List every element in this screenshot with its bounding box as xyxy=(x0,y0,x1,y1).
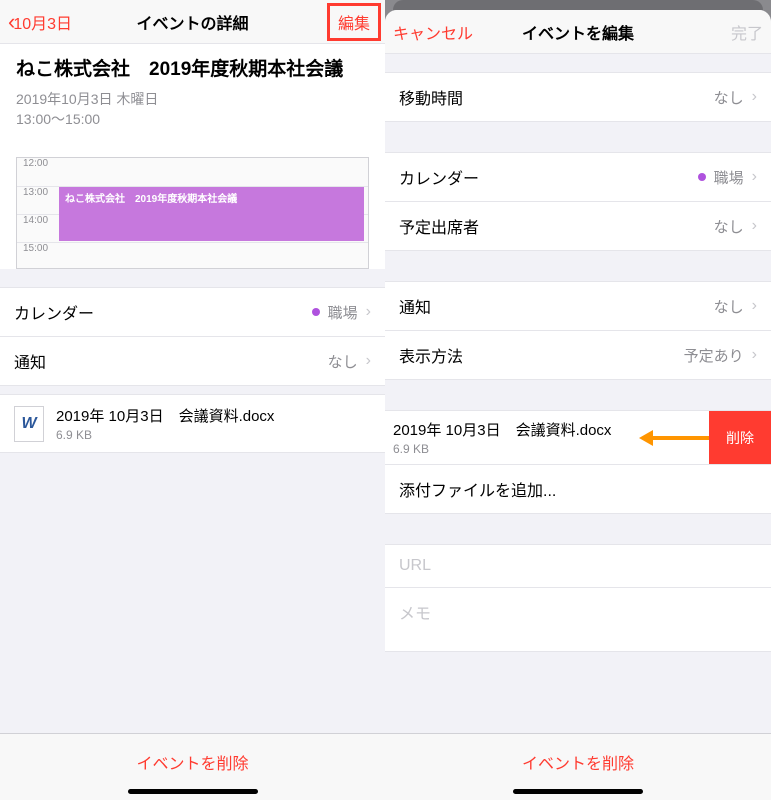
swipe-arrow-annotation xyxy=(639,430,709,446)
calendar-label: カレンダー xyxy=(14,300,94,324)
calendar-row[interactable]: カレンダー 職場 › xyxy=(0,287,385,337)
chevron-right-icon: › xyxy=(752,297,757,315)
attachment-row-swiped[interactable]: 2019年 10月3日 会議資料.docx 6.9 KB 削除 xyxy=(385,410,771,465)
home-indicator xyxy=(513,789,643,794)
alert-value: なし xyxy=(328,351,358,372)
cell-label: 移動時間 xyxy=(399,85,463,109)
alert-label: 通知 xyxy=(14,349,46,373)
bottom-toolbar: イベントを削除 xyxy=(0,733,385,800)
chevron-right-icon: › xyxy=(752,217,757,235)
attachment-size: 6.9 KB xyxy=(56,428,274,442)
event-details-screen: ‹ 10月3日 イベントの詳細 編集 ねこ株式会社 2019年度秋期本社会議 2… xyxy=(0,0,385,800)
alert-row[interactable]: 通知 なし › xyxy=(0,337,385,386)
timeline-row: 12:00 xyxy=(17,158,368,186)
event-date: 2019年10月3日 木曜日 xyxy=(16,89,369,109)
home-indicator xyxy=(128,789,258,794)
memo-placeholder: メモ xyxy=(399,606,431,623)
form-scroll[interactable]: 移動時間 なし› カレンダー 職場› 予定出席者 なし› 通知 なし› 表示方法… xyxy=(385,54,771,742)
url-field[interactable]: URL xyxy=(385,544,771,588)
attachment-name: 2019年 10月3日 会議資料.docx xyxy=(56,405,274,426)
calendar-row[interactable]: カレンダー 職場› xyxy=(385,152,771,202)
timeline: 12:00 13:00 14:00 15:00 ねこ株式会社 2019年度秋期本… xyxy=(16,157,369,269)
chevron-right-icon: › xyxy=(366,352,371,370)
timeline-row: 15:00 xyxy=(17,242,368,270)
timeline-event-block[interactable]: ねこ株式会社 2019年度秋期本社会議 xyxy=(59,187,364,241)
event-header: ねこ株式会社 2019年度秋期本社会議 2019年10月3日 木曜日 13:00… xyxy=(0,44,385,269)
calendar-dot-icon xyxy=(698,173,706,181)
cell-label: 添付ファイルを追加... xyxy=(399,477,556,501)
chevron-right-icon: › xyxy=(752,346,757,364)
attachment-row[interactable]: W 2019年 10月3日 会議資料.docx 6.9 KB xyxy=(0,394,385,453)
invitees-row[interactable]: 予定出席者 なし› xyxy=(385,202,771,251)
edit-label: 編集 xyxy=(327,3,381,41)
alert-row[interactable]: 通知 なし› xyxy=(385,281,771,331)
edit-button[interactable]: 編集 xyxy=(327,3,377,41)
delete-event-button[interactable]: イベントを削除 xyxy=(522,756,634,773)
word-file-icon: W xyxy=(14,406,44,442)
cell-label: カレンダー xyxy=(399,165,479,189)
edit-event-screen: キャンセル イベントを編集 完了 移動時間 なし› カレンダー 職場› 予定出席… xyxy=(385,0,771,800)
back-button[interactable]: ‹ 10月3日 xyxy=(8,9,72,35)
calendar-value: 職場 xyxy=(328,302,358,323)
sheet-behind xyxy=(393,0,763,10)
nav-bar: ‹ 10月3日 イベントの詳細 編集 xyxy=(0,0,385,44)
chevron-right-icon: › xyxy=(752,88,757,106)
event-title: ねこ株式会社 2019年度秋期本社会議 xyxy=(16,58,369,83)
delete-event-button[interactable]: イベントを削除 xyxy=(136,756,248,773)
bottom-toolbar: イベントを削除 xyxy=(385,733,771,800)
add-attachment-row[interactable]: 添付ファイルを追加... xyxy=(385,465,771,514)
calendar-dot-icon xyxy=(312,308,320,316)
cell-label: 予定出席者 xyxy=(399,214,479,238)
chevron-right-icon: › xyxy=(752,168,757,186)
cell-label: 表示方法 xyxy=(399,343,463,367)
chevron-right-icon: › xyxy=(366,303,371,321)
event-time: 13:00〜15:00 xyxy=(16,109,369,129)
modal-sheet: キャンセル イベントを編集 完了 移動時間 なし› カレンダー 職場› 予定出席… xyxy=(385,10,771,800)
back-label: 10月3日 xyxy=(13,10,72,34)
nav-bar: キャンセル イベントを編集 完了 xyxy=(385,10,771,54)
swipe-delete-button[interactable]: 削除 xyxy=(709,411,771,464)
arrow-left-icon xyxy=(639,430,653,446)
done-button[interactable]: 完了 xyxy=(731,20,763,44)
url-placeholder: URL xyxy=(399,557,431,574)
cancel-button[interactable]: キャンセル xyxy=(393,20,473,44)
travel-time-row[interactable]: 移動時間 なし› xyxy=(385,72,771,122)
show-as-row[interactable]: 表示方法 予定あり› xyxy=(385,331,771,380)
memo-field[interactable]: メモ xyxy=(385,588,771,652)
cell-label: 通知 xyxy=(399,294,431,318)
